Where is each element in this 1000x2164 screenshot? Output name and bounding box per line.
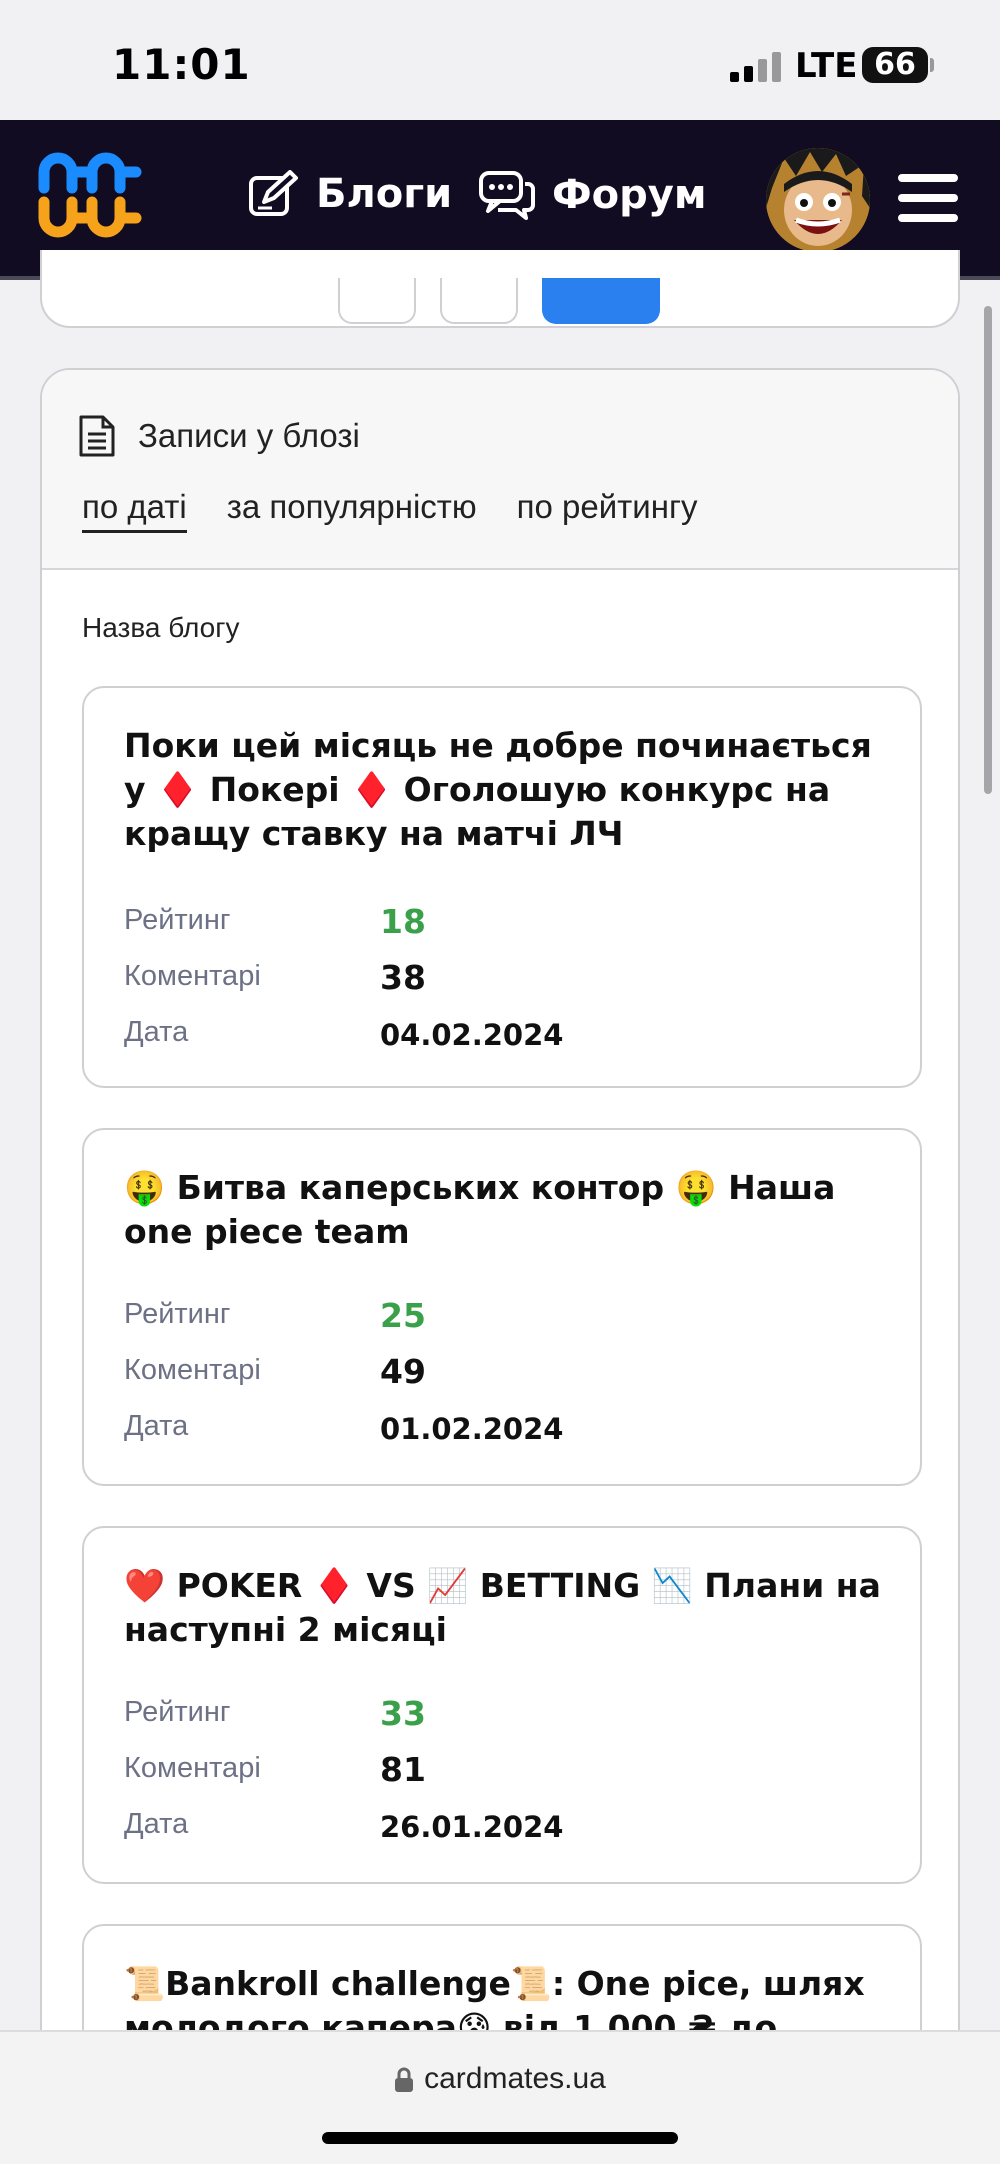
rating-label: Рейтинг bbox=[124, 1298, 231, 1330]
home-indicator[interactable] bbox=[322, 2132, 678, 2144]
document-icon bbox=[79, 415, 115, 457]
tab-by-rating[interactable]: по рейтингу bbox=[517, 488, 698, 533]
panel-header: Записи у блозі по даті за популярністю п… bbox=[42, 370, 958, 570]
nav-forum-label: Форум bbox=[552, 172, 707, 218]
panel-title-text: Записи у блозі bbox=[138, 417, 360, 454]
post-title[interactable]: ❤️ POKER ♦️ VS 📈 BETTING 📉 Плани на наст… bbox=[124, 1564, 894, 1652]
sort-tabs: по даті за популярністю по рейтингу bbox=[82, 488, 698, 533]
battery-level: 66 bbox=[862, 47, 928, 83]
comments-value: 49 bbox=[380, 1352, 426, 1391]
chat-bubbles-icon bbox=[479, 171, 535, 220]
signal-icon bbox=[730, 52, 781, 82]
blog-post-card[interactable]: ❤️ POKER ♦️ VS 📈 BETTING 📉 Плани на наст… bbox=[82, 1526, 922, 1884]
status-bar: 11:01 LTE 66 bbox=[0, 0, 1000, 120]
cardmates-logo[interactable] bbox=[36, 142, 142, 248]
network-type: LTE bbox=[795, 46, 858, 86]
nav-forum[interactable]: Форум bbox=[478, 170, 707, 220]
panel-title: Записи у блозі bbox=[78, 414, 360, 458]
blog-post-card[interactable]: Поки цей місяць не добре починається у ♦… bbox=[82, 686, 922, 1088]
address-bar[interactable]: cardmates.ua bbox=[0, 2062, 1000, 2096]
rating-value: 33 bbox=[380, 1694, 426, 1733]
avatar[interactable] bbox=[766, 148, 870, 252]
hamburger-icon[interactable] bbox=[898, 174, 958, 222]
battery-cap bbox=[930, 58, 934, 72]
nav-blogs-label: Блоги bbox=[316, 171, 453, 217]
comments-label: Коментарі bbox=[124, 1354, 261, 1386]
pagination-button-active[interactable] bbox=[542, 278, 660, 324]
rating-value: 18 bbox=[380, 902, 426, 941]
pagination-button[interactable] bbox=[440, 278, 518, 324]
date-label: Дата bbox=[124, 1016, 189, 1048]
edit-note-icon bbox=[249, 170, 298, 216]
tab-by-popularity[interactable]: за популярністю bbox=[227, 488, 477, 533]
browser-bar: cardmates.ua bbox=[0, 2030, 1000, 2164]
blog-posts-panel: Записи у блозі по даті за популярністю п… bbox=[40, 368, 960, 2164]
tab-by-date[interactable]: по даті bbox=[82, 488, 187, 533]
date-value: 01.02.2024 bbox=[380, 1412, 564, 1446]
post-title[interactable]: Поки цей місяць не добре починається у ♦… bbox=[124, 724, 894, 856]
nav-blogs[interactable]: Блоги bbox=[248, 170, 452, 218]
date-label: Дата bbox=[124, 1808, 189, 1840]
pagination-card bbox=[40, 250, 960, 328]
comments-label: Коментарі bbox=[124, 960, 261, 992]
column-label: Назва блогу bbox=[82, 612, 240, 643]
date-label: Дата bbox=[124, 1410, 189, 1442]
rating-label: Рейтинг bbox=[124, 1696, 231, 1728]
date-value: 04.02.2024 bbox=[380, 1018, 564, 1052]
comments-value: 81 bbox=[380, 1750, 426, 1789]
comments-label: Коментарі bbox=[124, 1752, 261, 1784]
url-text: cardmates.ua bbox=[424, 2062, 606, 2095]
post-title[interactable]: 🤑 Битва каперських контор 🤑 Наша one pie… bbox=[124, 1166, 894, 1254]
date-value: 26.01.2024 bbox=[380, 1810, 564, 1844]
rating-label: Рейтинг bbox=[124, 904, 231, 936]
scrollbar[interactable] bbox=[984, 306, 992, 794]
rating-value: 25 bbox=[380, 1296, 426, 1335]
comments-value: 38 bbox=[380, 958, 426, 997]
lock-icon bbox=[395, 2067, 414, 2093]
status-time: 11:01 bbox=[112, 40, 251, 89]
avatar-image bbox=[766, 148, 870, 252]
blog-post-card[interactable]: 🤑 Битва каперських контор 🤑 Наша one pie… bbox=[82, 1128, 922, 1486]
pagination-button[interactable] bbox=[338, 278, 416, 324]
